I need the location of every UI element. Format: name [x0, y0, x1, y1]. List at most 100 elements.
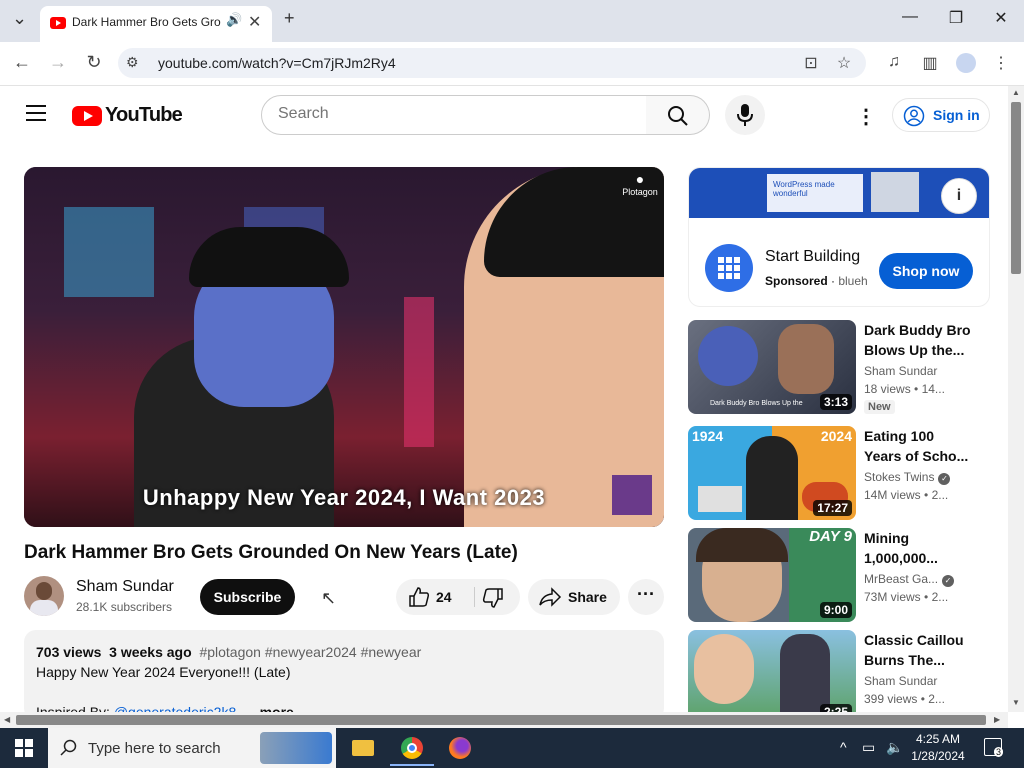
system-clock[interactable]: 4:25 AM 1/28/2024 — [906, 731, 970, 765]
ad-sponsored-line: Sponsored · blueh — [765, 274, 868, 288]
channel-label: Stokes Twins — [864, 470, 935, 484]
recommended-video[interactable]: 2:25 Classic Caillou Burns The... Sham S… — [688, 630, 990, 712]
video-title[interactable]: Mining 1,000,000... — [864, 528, 974, 568]
bookmark-star-icon[interactable]: ☆ — [833, 53, 855, 73]
show-hidden-icons[interactable]: ^ — [840, 739, 847, 755]
new-tab-button[interactable]: + — [284, 8, 295, 29]
search-button[interactable] — [646, 95, 710, 135]
recommended-video[interactable]: Dark Buddy Bro Blows Up the 3:13 Dark Bu… — [688, 320, 990, 414]
windows-logo-icon — [15, 739, 33, 757]
scroll-down-icon[interactable]: ▼ — [1012, 698, 1020, 707]
volume-muted-icon[interactable]: 🔈 — [886, 739, 903, 756]
file-explorer-icon[interactable] — [340, 730, 384, 766]
video-title[interactable]: Dark Buddy Bro Blows Up the... — [864, 320, 974, 360]
install-app-icon[interactable]: ⊡ — [800, 53, 822, 73]
sponsored-ad-card[interactable]: WordPress made wonderful i Start Buildin… — [688, 167, 990, 307]
search-box[interactable] — [261, 95, 647, 135]
verified-check-icon: ✓ — [938, 473, 951, 485]
channel-name[interactable]: Sham Sundar — [864, 364, 937, 378]
taskbar-search[interactable]: Type here to search — [48, 728, 336, 768]
profile-icon[interactable] — [956, 53, 976, 73]
back-icon[interactable]: ← — [10, 52, 34, 73]
recommended-video[interactable]: 1924 2024 17:27 Eating 100 Years of Scho… — [688, 426, 990, 520]
voice-search-button[interactable] — [725, 95, 765, 135]
recommended-video[interactable]: DAY 9 9:00 Mining 1,000,000... MrBeast G… — [688, 528, 990, 622]
shop-now-button[interactable]: Shop now — [879, 253, 973, 289]
verified-check-icon: ✓ — [942, 575, 955, 587]
video-title: Dark Hammer Bro Gets Grounded On New Yea… — [24, 542, 518, 563]
browser-tab-active[interactable]: Dark Hammer Bro Gets Gro 🔊 ✕ — [40, 6, 272, 42]
video-thumbnail[interactable]: DAY 9 9:00 — [688, 528, 856, 622]
channel-name[interactable]: Sham Sundar — [864, 674, 937, 688]
scroll-right-icon[interactable]: ▶ — [994, 715, 1000, 724]
view-count: 399 views — [864, 692, 918, 706]
chrome-menu-icon[interactable]: ⋮ — [990, 53, 1012, 73]
video-thumbnail[interactable]: Dark Buddy Bro Blows Up the 3:13 — [688, 320, 856, 414]
like-count: 24 — [436, 589, 452, 605]
clock-time: 4:25 AM — [915, 732, 961, 746]
video-stats: 703 views 3 weeks ago #plotagon #newyear… — [36, 644, 421, 660]
horizontal-scroll-thumb[interactable] — [16, 715, 986, 725]
ad-info-icon[interactable]: i — [941, 178, 977, 214]
youtube-wordmark: YouTube — [105, 104, 183, 126]
hamburger-menu-icon[interactable] — [26, 105, 46, 126]
share-label: Share — [568, 589, 607, 605]
speaker-icon[interactable]: 🔊 — [226, 12, 242, 28]
media-control-icon[interactable]: ♫ — [883, 53, 905, 71]
video-duration: 3:13 — [819, 394, 852, 410]
share-button[interactable]: Share — [528, 579, 620, 615]
address-bar[interactable]: ⚙ youtube.com/watch?v=Cm7jRJm2Ry4 — [118, 48, 866, 78]
firefox-icon[interactable] — [438, 730, 482, 766]
channel-name[interactable]: Stokes Twins ✓ — [864, 470, 951, 485]
side-panel-icon[interactable]: ▥ — [919, 53, 941, 73]
vertical-scrollbar[interactable]: ▲ ▼ — [1008, 86, 1024, 712]
view-count: 14M views — [864, 488, 921, 502]
forward-icon[interactable]: → — [46, 52, 70, 73]
dislike-icon[interactable] — [482, 587, 504, 609]
video-thumbnail[interactable]: 2:25 — [688, 630, 856, 712]
minimize-icon[interactable]: — — [890, 8, 930, 26]
channel-name[interactable]: Sham Sundar — [76, 578, 174, 596]
video-title[interactable]: Eating 100 Years of Scho... — [864, 426, 974, 466]
account-icon — [903, 105, 925, 127]
sign-in-button[interactable]: Sign in — [892, 98, 990, 132]
window-close-icon[interactable]: ✕ — [981, 8, 1021, 28]
close-tab-icon[interactable]: ✕ — [248, 12, 261, 32]
tab-title: Dark Hammer Bro Gets Gro — [72, 15, 221, 29]
plotagon-watermark: ● Plotagon — [622, 171, 658, 197]
like-divider — [474, 587, 475, 607]
subscribe-button[interactable]: Subscribe — [200, 579, 295, 615]
settings-kebab-icon[interactable]: ⋮ — [856, 104, 876, 129]
notification-center-icon[interactable]: 3 — [984, 738, 1004, 757]
upload-age: 2... — [928, 692, 945, 706]
scroll-left-icon[interactable]: ◀ — [4, 715, 10, 724]
search-input[interactable] — [278, 105, 628, 123]
clock-date: 1/28/2024 — [911, 749, 965, 763]
horizontal-scrollbar[interactable]: ◀ ▶ — [0, 712, 1008, 728]
url-text: youtube.com/watch?v=Cm7jRJm2Ry4 — [158, 55, 396, 71]
video-player[interactable]: ● Plotagon Unhappy New Year 2024, I Want … — [24, 167, 664, 527]
like-icon[interactable] — [408, 586, 430, 608]
start-button[interactable] — [0, 728, 48, 768]
view-count: 703 views — [36, 644, 102, 660]
video-caption: Unhappy New Year 2024, I Want 2023 — [142, 485, 546, 510]
reload-icon[interactable]: ↻ — [82, 52, 106, 73]
scroll-up-icon[interactable]: ▲ — [1012, 88, 1020, 97]
vertical-scroll-thumb[interactable] — [1011, 102, 1021, 274]
channel-avatar[interactable] — [24, 576, 64, 616]
video-title[interactable]: Classic Caillou Burns The... — [864, 630, 974, 670]
tab-search-icon[interactable]: ⌄ — [12, 8, 27, 29]
video-thumbnail[interactable]: 1924 2024 17:27 — [688, 426, 856, 520]
youtube-favicon-icon — [50, 17, 66, 29]
chrome-taskbar-icon[interactable] — [390, 730, 434, 766]
search-highlight-icon[interactable] — [260, 732, 332, 764]
channel-name[interactable]: MrBeast Ga... ✓ — [864, 572, 955, 587]
description-box[interactable]: 703 views 3 weeks ago #plotagon #newyear… — [24, 630, 664, 720]
taskbar-search-placeholder: Type here to search — [88, 740, 221, 757]
network-icon[interactable]: ▭ — [862, 739, 875, 756]
restore-icon[interactable]: ❐ — [936, 8, 976, 28]
site-info-icon[interactable]: ⚙ — [126, 54, 139, 71]
hashtags[interactable]: #plotagon #newyear2024 #newyear — [199, 644, 421, 660]
more-actions-icon[interactable]: ··· — [628, 579, 664, 615]
upload-age: 2... — [931, 488, 949, 502]
